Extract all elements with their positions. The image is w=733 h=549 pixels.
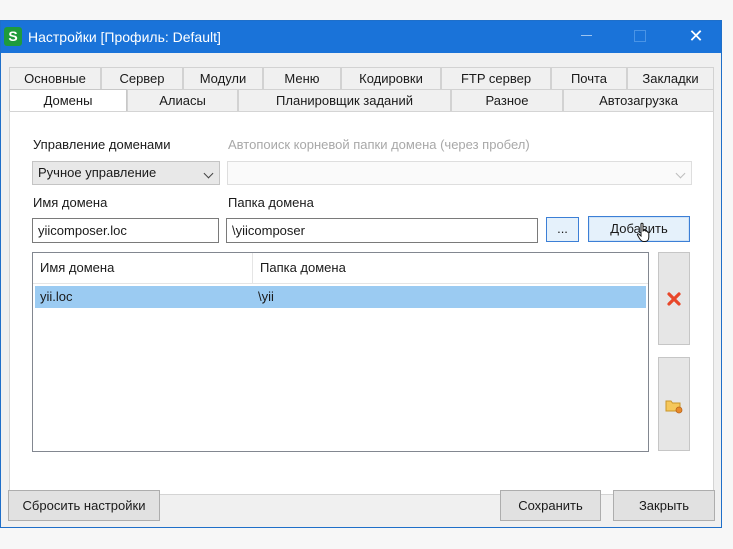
tab-server[interactable]: Сервер [101, 67, 183, 89]
tab-bookmarks[interactable]: Закладки [627, 67, 714, 89]
domain-name-label: Имя домена [33, 195, 108, 210]
domain-name-input[interactable]: yiicomposer.loc [32, 218, 219, 243]
save-button[interactable]: Сохранить [500, 490, 601, 521]
autosearch-select[interactable] [227, 161, 692, 185]
maximize-button[interactable] [617, 21, 663, 53]
browse-folder-button[interactable]: ... [546, 217, 579, 242]
tab-mail[interactable]: Почта [551, 67, 627, 89]
management-select-value: Ручное управление [38, 165, 157, 180]
tab-domains[interactable]: Домены [9, 89, 127, 113]
table-cell-domain-folder: \yii [258, 289, 274, 304]
tab-general[interactable]: Основные [9, 67, 101, 89]
tab-encodings[interactable]: Кодировки [341, 67, 441, 89]
close-icon: ✕ [688, 26, 704, 46]
tab-menu[interactable]: Меню [263, 67, 341, 89]
domains-table[interactable]: Имя домена Папка домена yii.loc \yii [32, 252, 649, 452]
domain-folder-label: Папка домена [228, 195, 314, 210]
tab-autostart[interactable]: Автозагрузка [563, 89, 714, 111]
delete-domain-button[interactable] [658, 252, 690, 345]
folder-edit-icon [665, 400, 683, 414]
chevron-down-icon [203, 168, 214, 179]
close-button[interactable]: Закрыть [613, 490, 715, 521]
title-bar[interactable]: S Настройки [Профиль: Default] ✕ [1, 21, 721, 53]
column-header-domain-name[interactable]: Имя домена [33, 253, 253, 283]
close-window-button[interactable]: ✕ [673, 21, 719, 53]
chevron-down-icon [675, 168, 686, 179]
table-cell-domain-name: yii.loc [40, 289, 73, 304]
tab-scheduler[interactable]: Планировщик заданий [238, 89, 451, 111]
table-header: Имя домена Папка домена [33, 253, 648, 284]
edit-domain-button[interactable] [658, 357, 690, 451]
tab-aliases[interactable]: Алиасы [127, 89, 238, 111]
maximize-icon [634, 29, 646, 42]
domain-folder-input[interactable]: \yiicomposer [226, 218, 538, 243]
tab-modules[interactable]: Модули [183, 67, 263, 89]
tab-misc[interactable]: Разное [451, 89, 563, 111]
minimize-icon [580, 35, 592, 37]
management-select[interactable]: Ручное управление [32, 161, 220, 185]
minimize-button[interactable] [563, 21, 609, 53]
management-label: Управление доменами [33, 137, 171, 152]
app-icon: S [4, 27, 22, 46]
column-header-domain-folder[interactable]: Папка домена [253, 253, 648, 283]
mouse-cursor-icon [636, 222, 650, 242]
reset-settings-button[interactable]: Сбросить настройки [8, 490, 160, 521]
window-title: Настройки [Профиль: Default] [28, 29, 221, 45]
table-row[interactable]: yii.loc \yii [35, 286, 646, 308]
red-x-icon [667, 292, 681, 306]
autosearch-label: Автопоиск корневой папки домена (через п… [228, 137, 530, 152]
tab-ftp-server[interactable]: FTP сервер [441, 67, 551, 89]
